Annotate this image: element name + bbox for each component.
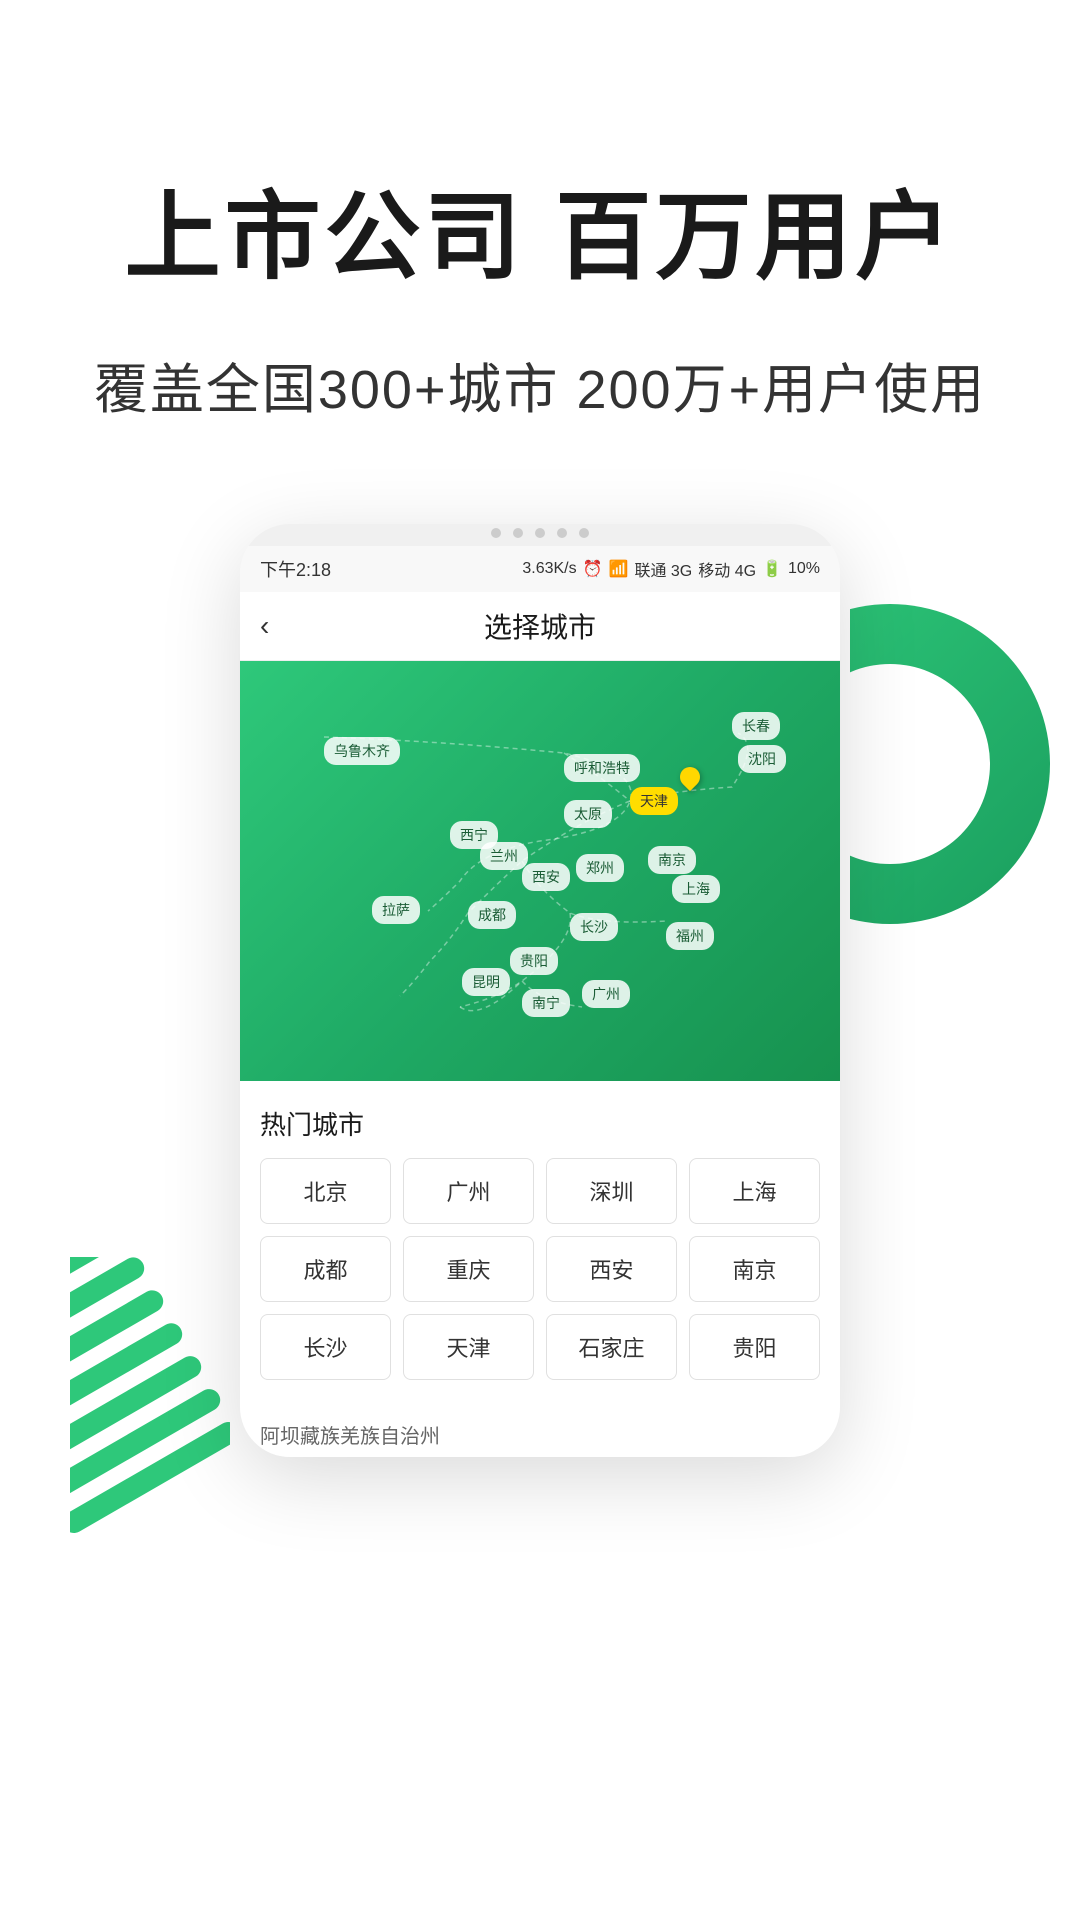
city-pin-长春[interactable]: 长春 — [732, 712, 780, 740]
deco-circle-inner — [850, 604, 1050, 924]
app-screen: 下午2:18 3.63K/s ⏰ 📶 联通 3G 移动 4G 🔋 10% ‹ 选… — [240, 546, 840, 1457]
city-pin-郑州[interactable]: 郑州 — [576, 854, 624, 882]
city-pin-呼和浩特[interactable]: 呼和浩特 — [564, 754, 640, 782]
city-button-重庆[interactable]: 重庆 — [403, 1236, 534, 1302]
battery-icon: 🔋 — [762, 559, 782, 579]
notch-dot-4 — [557, 528, 567, 538]
app-nav-bar: ‹ 选择城市 — [240, 592, 840, 661]
back-button[interactable]: ‹ — [260, 610, 269, 642]
city-button-成都[interactable]: 成都 — [260, 1236, 391, 1302]
city-button-深圳[interactable]: 深圳 — [546, 1158, 677, 1224]
notch-dot-3 — [535, 528, 545, 538]
city-pin-福州[interactable]: 福州 — [666, 922, 714, 950]
stripe-group — [70, 1257, 230, 1537]
city-button-天津[interactable]: 天津 — [403, 1314, 534, 1380]
city-pin-沈阳[interactable]: 沈阳 — [738, 745, 786, 773]
city-pin-长沙[interactable]: 长沙 — [570, 913, 618, 941]
city-button-北京[interactable]: 北京 — [260, 1158, 391, 1224]
nav-title: 选择城市 — [484, 606, 596, 646]
city-pin-南京[interactable]: 南京 — [648, 846, 696, 874]
carrier1: 联通 3G — [634, 557, 692, 581]
status-time: 下午2:18 — [260, 556, 331, 582]
city-pin-贵阳[interactable]: 贵阳 — [510, 947, 558, 975]
header-section: 上市公司 百万用户 覆盖全国300+城市 200万+用户使用 — [0, 0, 1080, 484]
city-pin-拉萨[interactable]: 拉萨 — [372, 896, 420, 924]
page-root: 上市公司 百万用户 覆盖全国300+城市 200万+用户使用 下午2:18 — [0, 0, 1080, 1920]
city-button-广州[interactable]: 广州 — [403, 1158, 534, 1224]
city-pin-广州[interactable]: 广州 — [582, 980, 630, 1008]
city-pin-乌鲁木齐[interactable]: 乌鲁木齐 — [324, 737, 400, 765]
city-pin-兰州[interactable]: 兰州 — [480, 842, 528, 870]
city-pin-上海[interactable]: 上海 — [672, 875, 720, 903]
phone-frame: 下午2:18 3.63K/s ⏰ 📶 联通 3G 移动 4G 🔋 10% ‹ 选… — [240, 524, 840, 1457]
wifi-icon: 📶 — [609, 559, 629, 579]
hot-cities-section: 热门城市 北京广州深圳上海成都重庆西安南京长沙天津石家庄贵阳 — [240, 1081, 840, 1404]
status-right: 3.63K/s ⏰ 📶 联通 3G 移动 4G 🔋 10% — [522, 557, 820, 581]
city-grid: 北京广州深圳上海成都重庆西安南京长沙天津石家庄贵阳 — [260, 1158, 820, 1380]
notch-dot-5 — [579, 528, 589, 538]
status-bar: 下午2:18 3.63K/s ⏰ 📶 联通 3G 移动 4G 🔋 10% — [240, 546, 840, 592]
city-button-南京[interactable]: 南京 — [689, 1236, 820, 1302]
notch-dot-2 — [513, 528, 523, 538]
city-pin-西安[interactable]: 西安 — [522, 863, 570, 891]
notch-dot-1 — [491, 528, 501, 538]
city-button-石家庄[interactable]: 石家庄 — [546, 1314, 677, 1380]
city-pin-昆明[interactable]: 昆明 — [462, 968, 510, 996]
carrier2: 移动 4G — [698, 557, 756, 581]
map-area[interactable]: .map-line { stroke: rgba(255,255,255,0.4… — [240, 661, 840, 1081]
main-title: 上市公司 百万用户 — [80, 180, 1000, 295]
phone-notch — [240, 524, 840, 546]
bottom-text: 阿坝藏族羌族自治州 — [240, 1404, 840, 1457]
city-pin-成都[interactable]: 成都 — [468, 901, 516, 929]
deco-circle — [850, 604, 1050, 924]
subtitle: 覆盖全国300+城市 200万+用户使用 — [80, 345, 1000, 424]
city-pin-天津[interactable]: 天津 — [630, 787, 678, 815]
battery-level: 10% — [788, 560, 820, 578]
network-speed: 3.63K/s — [522, 560, 576, 578]
city-pin-南宁[interactable]: 南宁 — [522, 989, 570, 1017]
hot-cities-title: 热门城市 — [260, 1105, 820, 1142]
city-pin-太原[interactable]: 太原 — [564, 800, 612, 828]
city-button-西安[interactable]: 西安 — [546, 1236, 677, 1302]
city-button-贵阳[interactable]: 贵阳 — [689, 1314, 820, 1380]
clock-icon: ⏰ — [583, 559, 603, 579]
phone-mockup-wrapper: 下午2:18 3.63K/s ⏰ 📶 联通 3G 移动 4G 🔋 10% ‹ 选… — [90, 524, 990, 1457]
city-button-上海[interactable]: 上海 — [689, 1158, 820, 1224]
city-button-长沙[interactable]: 长沙 — [260, 1314, 391, 1380]
deco-stripes — [70, 1257, 230, 1537]
